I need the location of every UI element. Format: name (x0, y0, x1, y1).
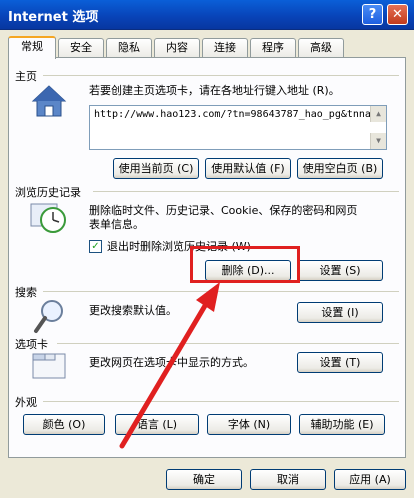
tab-content[interactable]: 内容 (154, 38, 200, 57)
tab-privacy[interactable]: 隐私 (106, 38, 152, 57)
history-description-line1: 删除临时文件、历史记录、Cookie、保存的密码和网页 (89, 204, 358, 217)
search-settings-button[interactable]: 设置 (I) (297, 302, 383, 323)
history-settings-button[interactable]: 设置 (S) (297, 260, 383, 281)
homepage-divider (43, 75, 399, 76)
close-button[interactable]: ✕ (387, 4, 408, 25)
use-current-button[interactable]: 使用当前页 (C) (113, 158, 199, 179)
scroll-up-arrow-icon[interactable]: ▲ (370, 106, 386, 122)
ok-button[interactable]: 确定 (166, 469, 242, 490)
search-divider (43, 291, 399, 292)
history-clock-icon (30, 203, 66, 233)
tabs-divider (57, 343, 399, 344)
accessibility-button[interactable]: 辅助功能 (E) (299, 414, 385, 435)
tabs-description: 更改网页在选项卡中显示的方式。 (89, 356, 254, 369)
history-heading: 浏览历史记录 (15, 186, 81, 199)
tab-connections[interactable]: 连接 (202, 38, 248, 57)
tab-programs[interactable]: 程序 (250, 38, 296, 57)
use-blank-button[interactable]: 使用空白页 (B) (297, 158, 383, 179)
title-bar: Internet 选项 ? ✕ (0, 0, 414, 30)
homepage-heading: 主页 (15, 70, 37, 83)
tab-strip: 常规 安全 隐私 内容 连接 程序 高级 (8, 36, 408, 59)
appearance-divider (43, 401, 399, 402)
tabs-settings-button[interactable]: 设置 (T) (297, 352, 383, 373)
delete-on-exit-checkbox[interactable]: ✓ (89, 240, 102, 253)
search-description: 更改搜索默认值。 (89, 304, 177, 317)
house-icon (31, 85, 67, 117)
magnifier-icon (34, 300, 63, 333)
tabbed-window-icon (32, 353, 66, 379)
use-default-button[interactable]: 使用默认值 (F) (205, 158, 291, 179)
window-title: Internet 选项 (8, 10, 99, 25)
homepage-url-text: http://www.hao123.com/?tn=98643787_hao_p… (94, 109, 371, 120)
appearance-heading: 外观 (15, 396, 37, 409)
cancel-button[interactable]: 取消 (250, 469, 326, 490)
history-divider (93, 191, 399, 192)
tab-advanced[interactable]: 高级 (298, 38, 344, 57)
tab-general[interactable]: 常规 (8, 36, 56, 59)
fonts-button[interactable]: 字体 (N) (207, 414, 291, 435)
homepage-url-input[interactable]: http://www.hao123.com/?tn=98643787_hao_p… (89, 105, 387, 150)
apply-button[interactable]: 应用 (A) (334, 469, 406, 490)
languages-button[interactable]: 语言 (L) (115, 414, 199, 435)
homepage-description: 若要创建主页选项卡，请在各地址行键入地址 (R)。 (89, 84, 340, 97)
scroll-down-arrow-icon[interactable]: ▼ (370, 133, 386, 149)
highlight-box (190, 246, 300, 283)
tab-security[interactable]: 安全 (58, 38, 104, 57)
history-description-line2: 表单信息。 (89, 218, 144, 231)
colors-button[interactable]: 颜色 (O) (23, 414, 105, 435)
help-button[interactable]: ? (362, 4, 383, 25)
